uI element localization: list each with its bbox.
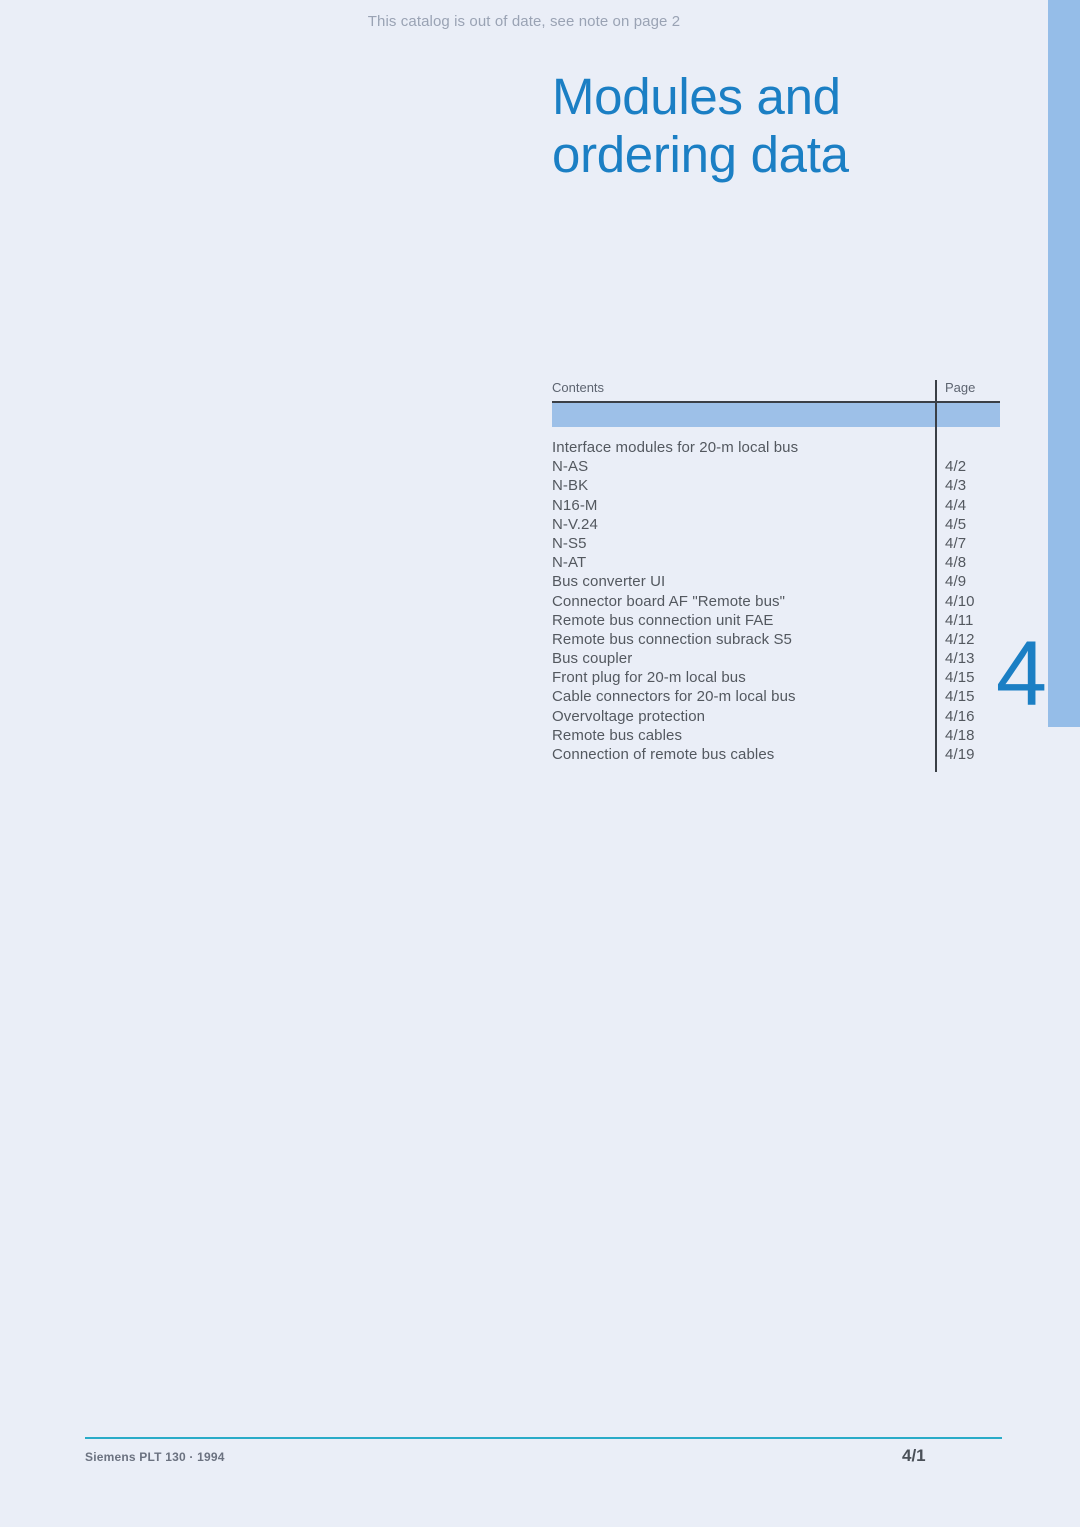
toc-accent-band [552,403,1000,427]
toc-row-page: 4/19 [945,746,975,763]
toc-row-label: Overvoltage protection [552,707,706,725]
toc-row-page: 4/5 [945,515,967,533]
toc-row[interactable]: Bus coupler 4/13 [552,650,1000,669]
toc-row-page: 4/8 [945,554,967,572]
page-title-line-2: ordering data [552,126,849,183]
toc-header-row: Contents Page [552,380,1000,401]
toc-row[interactable]: Connector board AF "Remote bus" 4/10 [552,593,1000,612]
toc-row-page: 4/12 [945,630,975,648]
toc-row-label: N-S5 [552,534,587,552]
toc-row-page: 4/15 [945,669,975,687]
toc-row-page: 4/11 [945,611,974,629]
toc-row[interactable]: Cable connectors for 20-m local bus 4/15 [552,688,1000,707]
toc-row-page: 4/18 [945,726,975,744]
footer-source: Siemens PLT 130 · 1994 [85,1450,225,1464]
toc-row-page: 4/10 [945,592,975,610]
footer-rule [85,1437,1002,1439]
toc-row-page: 4/3 [945,477,967,495]
toc-row-page: 4/7 [945,534,967,552]
toc-row-label: Front plug for 20-m local bus [552,669,746,687]
toc-row[interactable]: N-S5 4/7 [552,535,1000,554]
toc-row-label: Remote bus connection subrack S5 [552,630,792,648]
toc-row-label: Remote bus connection unit FAE [552,611,774,629]
toc-row-label: Cable connectors for 20-m local bus [552,688,796,706]
toc-row[interactable]: Remote bus cables 4/18 [552,727,1000,746]
toc-row-list: Interface modules for 20-m local bus N-AS… [552,439,1000,765]
toc-row-label: N16-M [552,496,598,514]
toc-row[interactable]: N-V.24 4/5 [552,516,1000,535]
toc-row-page: 4/16 [945,707,975,725]
toc-row[interactable]: Interface modules for 20-m local bus [552,439,1000,458]
toc-row[interactable]: Bus converter UI 4/9 [552,573,1000,592]
table-of-contents: Contents Page Interface modules for 20-m… [552,380,1000,772]
toc-row-label: Bus converter UI [552,573,666,591]
toc-row[interactable]: N-AS 4/2 [552,458,1000,477]
toc-row-page: 4/13 [945,650,975,668]
page-title-line-1: Modules and [552,68,841,125]
out-of-date-notice: This catalog is out of date, see note on… [367,13,681,30]
toc-row[interactable]: N-AT 4/8 [552,554,1000,573]
toc-row-label: N-V.24 [552,515,598,533]
toc-row-page: 4/9 [945,573,967,591]
toc-row-label: Connector board AF "Remote bus" [552,592,786,610]
toc-row[interactable]: Remote bus connection unit FAE 4/11 [552,612,1000,631]
toc-row-page: 4/2 [945,458,967,476]
footer-page-number: 4/1 [902,1446,926,1465]
toc-row[interactable]: Remote bus connection subrack S5 4/12 [552,631,1000,650]
toc-row[interactable]: Front plug for 20-m local bus 4/15 [552,669,1000,688]
chapter-number: 4 [995,623,1047,725]
toc-row[interactable]: N16-M 4/4 [552,497,1000,516]
toc-row[interactable]: N-BK 4/3 [552,477,1000,496]
toc-row-page: 4/4 [945,496,967,514]
toc-row-label: Connection of remote bus cables [552,746,775,763]
toc-row[interactable]: Overvoltage protection 4/16 [552,708,1000,727]
toc-row-label: N-AS [552,458,589,476]
toc-row-label: N-BK [552,477,589,495]
toc-row[interactable]: Connection of remote bus cables 4/19 [552,746,1000,765]
toc-row-label: Remote bus cables [552,726,683,744]
toc-row-page: 4/15 [945,688,975,706]
toc-row-label: Interface modules for 20-m local bus [552,439,799,456]
page-title: Modules and ordering data [552,68,972,184]
toc-header-page: Page [945,380,976,395]
toc-header-contents: Contents [552,380,605,395]
toc-row-label: Bus coupler [552,650,633,668]
chapter-tab-bar [1048,0,1080,727]
toc-row-label: N-AT [552,554,587,572]
